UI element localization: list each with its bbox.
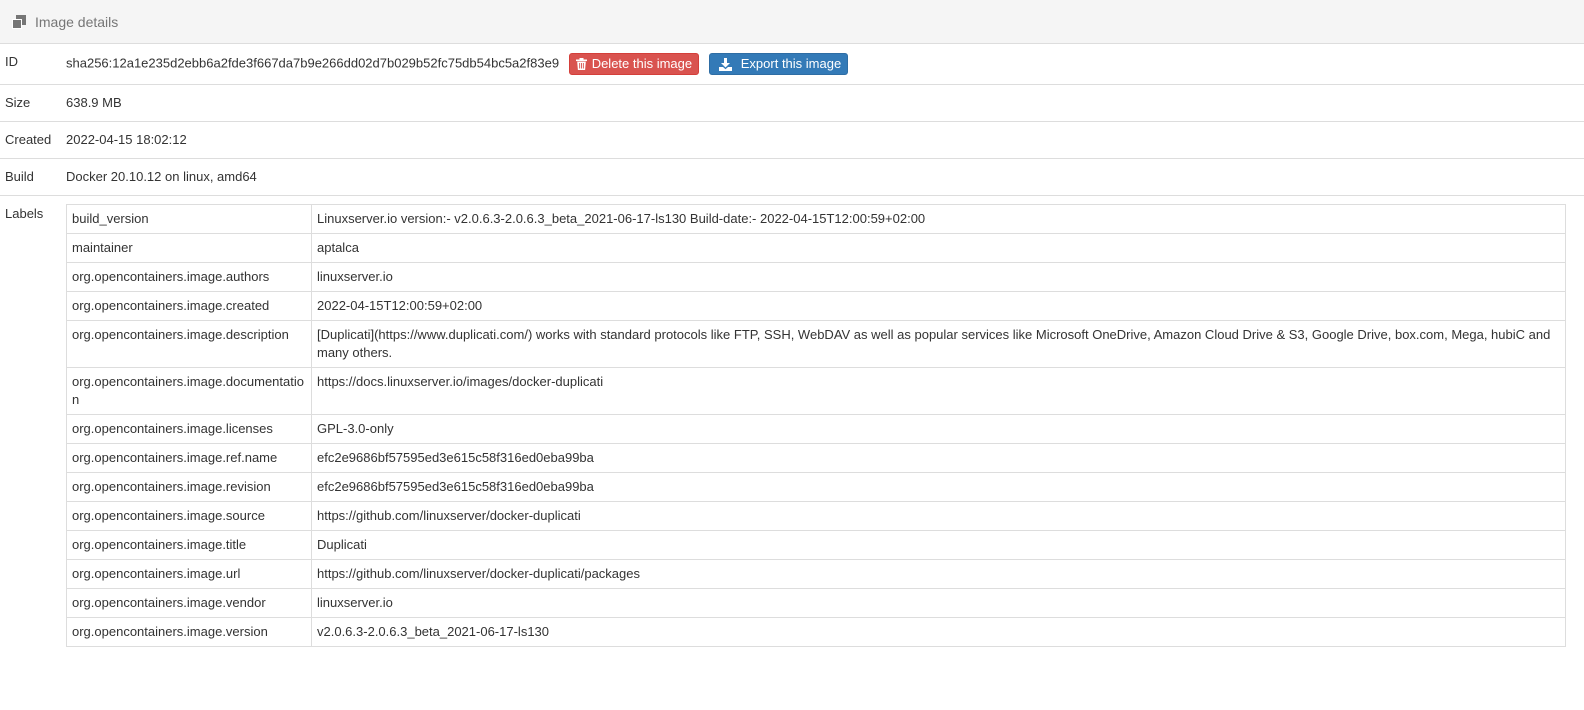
label-row: org.opencontainers.image.ref.name efc2e96… [66, 443, 1566, 473]
label-key: org.opencontainers.image.documentation [66, 367, 312, 415]
created-label: Created [0, 121, 61, 159]
label-row: org.opencontainers.image.licenses GPL-3.0… [66, 414, 1566, 444]
label-row: org.opencontainers.image.source https://g… [66, 501, 1566, 531]
label-row: org.opencontainers.image.version v2.0.6.3… [66, 617, 1566, 647]
id-value: sha256:12a1e235d2ebb6a2fde3f667da7b9e266… [66, 55, 560, 71]
details-row-id: ID sha256:12a1e235d2ebb6a2fde3f667da7b9e… [0, 44, 1584, 85]
export-image-label: Export this image [740, 56, 842, 71]
label-value: [Duplicati](https://www.duplicati.com/) … [311, 320, 1566, 368]
delete-image-label: Delete this image [591, 56, 693, 71]
labels-table: build_version Linuxserver.io version:- v2… [66, 204, 1566, 647]
label-key: org.opencontainers.image.vendor [66, 588, 312, 618]
delete-image-button[interactable]: Delete this image [568, 53, 700, 75]
label-row: org.opencontainers.image.title Duplicati [66, 530, 1566, 560]
label-row: org.opencontainers.image.created 2022-04-… [66, 291, 1566, 321]
created-value: 2022-04-15 18:02:12 [61, 121, 1584, 159]
label-value: v2.0.6.3-2.0.6.3_beta_2021-06-17-ls130 [311, 617, 1566, 647]
label-value: linuxserver.io [311, 262, 1566, 292]
label-value: https://docs.linuxserver.io/images/docke… [311, 367, 1566, 415]
label-key: org.opencontainers.image.source [66, 501, 312, 531]
details-row-labels: Labels build_version Linuxserver.io versi… [0, 195, 1584, 656]
label-value: Duplicati [311, 530, 1566, 560]
label-key: org.opencontainers.image.authors [66, 262, 312, 292]
size-label: Size [0, 84, 61, 122]
details-row-created: Created 2022-04-15 18:02:12 [0, 121, 1584, 159]
panel-title: Image details [35, 13, 119, 30]
label-value: https://github.com/linuxserver/docker-du… [311, 559, 1566, 589]
label-row: org.opencontainers.image.revision efc2e96… [66, 472, 1566, 502]
label-value: Linuxserver.io version:- v2.0.6.3-2.0.6.… [311, 204, 1566, 234]
label-value: 2022-04-15T12:00:59+02:00 [311, 291, 1566, 321]
label-row: org.opencontainers.image.description [Dup… [66, 320, 1566, 368]
panel-header: Image details [0, 0, 1584, 44]
label-key: org.opencontainers.image.created [66, 291, 312, 321]
label-key: org.opencontainers.image.revision [66, 472, 312, 502]
details-table: ID sha256:12a1e235d2ebb6a2fde3f667da7b9e… [0, 44, 1584, 656]
export-image-button[interactable]: Export this image [708, 53, 849, 75]
label-value: linuxserver.io [311, 588, 1566, 618]
size-value: 638.9 MB [61, 84, 1584, 122]
download-icon [718, 57, 732, 71]
label-value: GPL-3.0-only [311, 414, 1566, 444]
label-key: org.opencontainers.image.url [66, 559, 312, 589]
label-row: org.opencontainers.image.authors linuxser… [66, 262, 1566, 292]
labels-cell: build_version Linuxserver.io version:- v2… [61, 195, 1584, 656]
id-label: ID [5, 54, 18, 69]
id-value-cell: sha256:12a1e235d2ebb6a2fde3f667da7b9e266… [61, 44, 1584, 85]
label-row: org.opencontainers.image.documentation ht… [66, 367, 1566, 415]
label-value: aptalca [311, 233, 1566, 263]
label-row: maintainer aptalca [66, 233, 1566, 263]
build-value: Docker 20.10.12 on linux, amd64 [61, 158, 1584, 196]
label-key: org.opencontainers.image.ref.name [66, 443, 312, 473]
label-key: maintainer [66, 233, 312, 263]
label-key: build_version [66, 204, 312, 234]
label-key: org.opencontainers.image.description [66, 320, 312, 368]
label-key: org.opencontainers.image.version [66, 617, 312, 647]
label-value: efc2e9686bf57595ed3e615c58f316ed0eba99ba [311, 472, 1566, 502]
build-label: Build [0, 158, 61, 196]
label-row: build_version Linuxserver.io version:- v2… [66, 204, 1566, 234]
label-row: org.opencontainers.image.vendor linuxserv… [66, 588, 1566, 618]
labels-label: Labels [0, 195, 61, 656]
label-value: https://github.com/linuxserver/docker-du… [311, 501, 1566, 531]
label-key: org.opencontainers.image.licenses [66, 414, 312, 444]
trash-icon [575, 58, 587, 70]
details-row-size: Size 638.9 MB [0, 84, 1584, 122]
label-row: org.opencontainers.image.url https://gith… [66, 559, 1566, 589]
details-row-build: Build Docker 20.10.12 on linux, amd64 [0, 158, 1584, 196]
label-key: org.opencontainers.image.title [66, 530, 312, 560]
clone-icon [11, 14, 27, 30]
label-value: efc2e9686bf57595ed3e615c58f316ed0eba99ba [311, 443, 1566, 473]
